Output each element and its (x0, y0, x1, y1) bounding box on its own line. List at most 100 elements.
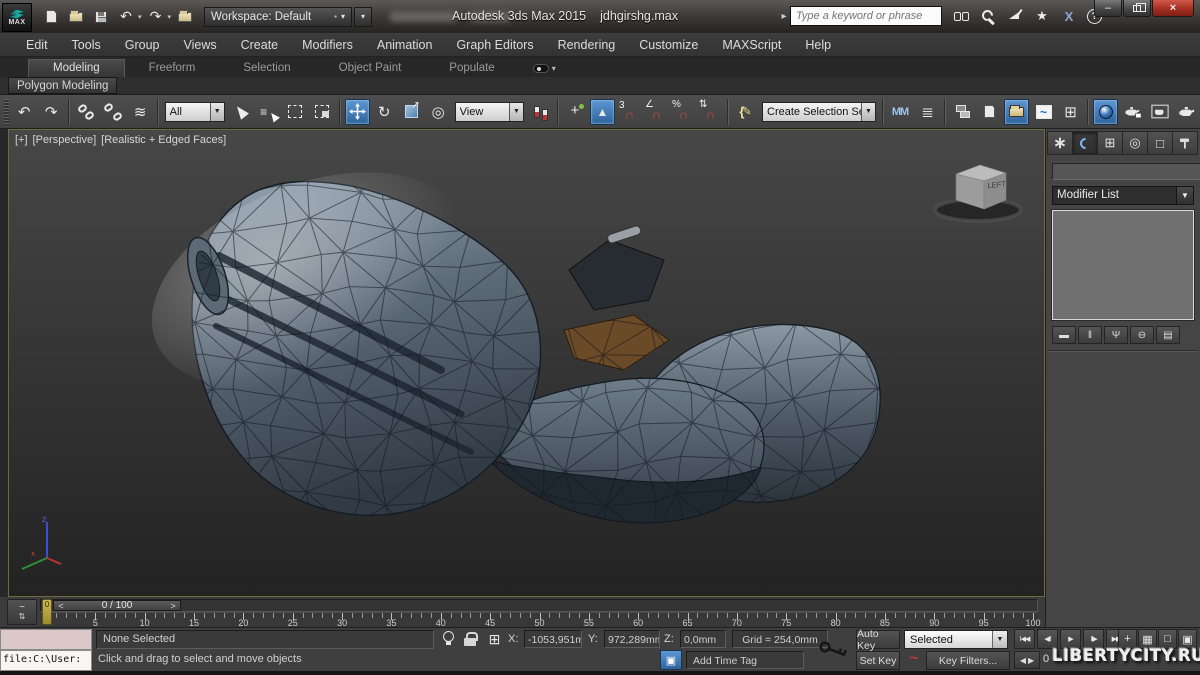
menu-customize[interactable]: Customize (627, 33, 710, 57)
toggle-layer-explorer-button[interactable] (977, 99, 1002, 125)
object-name-field[interactable] (1052, 163, 1200, 180)
set-keys-button[interactable] (815, 629, 853, 669)
menu-animation[interactable]: Animation (365, 33, 445, 57)
viewcube[interactable]: LEFT (932, 154, 1024, 228)
menu-rendering[interactable]: Rendering (546, 33, 628, 57)
percent-snap-toggle-button[interactable]: %∩ (671, 99, 696, 125)
scene-undo-button[interactable]: ↶ (12, 99, 37, 125)
adaptive-degradation-lightbulb-icon[interactable] (440, 631, 456, 647)
tab-motion[interactable]: ◎ (1122, 131, 1147, 155)
previous-frame-arrow[interactable]: < (54, 601, 68, 611)
redo-button[interactable]: ↷ (145, 7, 167, 27)
edit-named-selection-sets-button[interactable]: {✎ (733, 99, 758, 125)
key-mode-dropdown[interactable]: Selected ▼ (904, 630, 1008, 649)
open-file-button[interactable] (65, 7, 87, 27)
render-production-button[interactable] (1174, 99, 1199, 125)
tab-create[interactable]: ∗ (1047, 131, 1072, 155)
window-crossing-toggle-button[interactable] (310, 99, 335, 125)
select-and-move-button[interactable] (345, 99, 370, 125)
maxscript-macro-recorder-pane[interactable] (0, 629, 92, 650)
menu-create[interactable]: Create (229, 33, 291, 57)
menu-group[interactable]: Group (113, 33, 172, 57)
current-frame-marker[interactable]: 0 (42, 599, 52, 625)
key-filters-button[interactable]: Key Filters... (926, 651, 1010, 670)
select-and-link-button[interactable] (74, 99, 99, 125)
unlink-selection-button[interactable] (101, 99, 126, 125)
time-slider-handle[interactable]: < 0 / 100 > (53, 600, 181, 611)
key-step-buttons[interactable]: ◀ ▶ (1014, 651, 1040, 669)
favorites-button[interactable]: ★ (1033, 7, 1051, 25)
absolute-mode-transform-toggle[interactable]: ⊞ (486, 631, 503, 648)
rectangular-selection-region-button[interactable] (283, 99, 308, 125)
isolate-selection-toggle[interactable]: ▣ (660, 650, 682, 670)
make-unique-button[interactable]: Ψ (1104, 326, 1128, 344)
rendered-frame-window-button[interactable] (1147, 99, 1172, 125)
save-file-button[interactable] (90, 7, 112, 27)
scene-redo-button[interactable]: ↷ (39, 99, 64, 125)
remove-modifier-button[interactable]: ⊖ (1130, 326, 1154, 344)
close-button[interactable]: × (1152, 0, 1194, 17)
go-to-start-button[interactable]: I◀◀ (1014, 629, 1035, 649)
pin-stack-button[interactable]: ▬ (1052, 326, 1076, 344)
select-object-button[interactable] (229, 99, 254, 125)
tab-display[interactable]: □ (1147, 131, 1172, 155)
use-pivot-point-center-button[interactable] (528, 99, 553, 125)
curve-editor-button[interactable]: ~ (1031, 99, 1056, 125)
workspace-extra-button[interactable]: ▾ (354, 7, 372, 27)
track-bar-ruler[interactable]: 5101520253035404550556065707580859095100 (40, 612, 1038, 627)
subscription-button[interactable] (979, 7, 997, 25)
menu-help[interactable]: Help (793, 33, 843, 57)
menu-edit[interactable]: Edit (14, 33, 60, 57)
select-by-name-button[interactable]: ≡ (256, 99, 281, 125)
ribbon-tab-modeling[interactable]: Modeling (28, 59, 125, 77)
time-slider-track[interactable]: < 0 / 100 > (40, 599, 1038, 612)
tab-modify[interactable] (1072, 131, 1097, 155)
model-3d-mesh[interactable] (9, 130, 1044, 596)
menu-tools[interactable]: Tools (60, 33, 113, 57)
schematic-view-button[interactable]: ⊞ (1058, 99, 1083, 125)
search-arrow-icon[interactable]: ▸ (778, 6, 790, 26)
tab-polygon-modeling[interactable]: Polygon Modeling (8, 77, 117, 94)
tab-utilities[interactable] (1172, 131, 1198, 155)
snaps-toggle-button[interactable]: 3∩ (617, 99, 642, 125)
bind-to-space-warp-button[interactable]: ≋ (128, 99, 153, 125)
selection-filter-dropdown[interactable]: All ▼ (165, 102, 225, 122)
mirror-button[interactable]: MM (888, 99, 913, 125)
select-and-manipulate-button[interactable]: ◎ (426, 99, 451, 125)
select-and-rotate-button[interactable]: ↻ (372, 99, 397, 125)
search-input[interactable] (790, 6, 942, 26)
toggle-scene-explorer-button[interactable] (1004, 99, 1029, 125)
material-editor-button[interactable] (1093, 99, 1118, 125)
modifier-list-dropdown[interactable]: Modifier List ▼ (1052, 186, 1194, 205)
x-coordinate-field[interactable]: -1053,951m (524, 630, 582, 648)
exchange-apps-button[interactable]: X (1060, 7, 1078, 25)
ribbon-tab-object-paint[interactable]: Object Paint (315, 60, 426, 77)
maxscript-mini-listener[interactable]: file:C:\User: (0, 650, 92, 671)
undo-button[interactable]: ↶ (115, 7, 137, 27)
tab-hierarchy[interactable]: ⊞ (1097, 131, 1122, 155)
selection-lock-toggle[interactable] (464, 632, 477, 646)
manage-layers-button[interactable] (950, 99, 975, 125)
auto-key-button[interactable]: Auto Key (856, 630, 900, 649)
ribbon-tab-freeform[interactable]: Freeform (125, 60, 220, 77)
set-key-button[interactable]: Set Key (856, 651, 900, 670)
menu-maxscript[interactable]: MAXScript (710, 33, 793, 57)
select-and-place-button[interactable] (563, 99, 588, 125)
select-and-scale-button[interactable]: ↗ (399, 99, 424, 125)
search-button[interactable] (952, 7, 970, 25)
undo-dropdown-caret[interactable]: ▾ (138, 13, 142, 21)
z-coordinate-field[interactable]: 0,0mm (680, 630, 726, 648)
keyboard-shortcut-override-toggle[interactable]: ▲ (590, 99, 615, 125)
minimize-button[interactable]: – (1094, 0, 1122, 17)
toolbar-grip[interactable] (4, 99, 9, 125)
named-selection-sets-dropdown[interactable]: Create Selection Se ▼ (762, 102, 876, 122)
workspace-dropdown[interactable]: Workspace: Default ▪ ▾ (204, 7, 352, 27)
reference-coordinate-system-dropdown[interactable]: View ▼ (455, 102, 524, 122)
application-menu-button[interactable]: MAX (2, 3, 32, 32)
menu-modifiers[interactable]: Modifiers (290, 33, 365, 57)
menu-graph-editors[interactable]: Graph Editors (444, 33, 545, 57)
new-scene-button[interactable] (40, 7, 62, 27)
y-coordinate-field[interactable]: 972,289mm (604, 630, 660, 648)
open-mini-curve-editor-button[interactable]: ~ ⇅ (7, 599, 37, 625)
modifier-stack-list[interactable] (1052, 210, 1194, 320)
